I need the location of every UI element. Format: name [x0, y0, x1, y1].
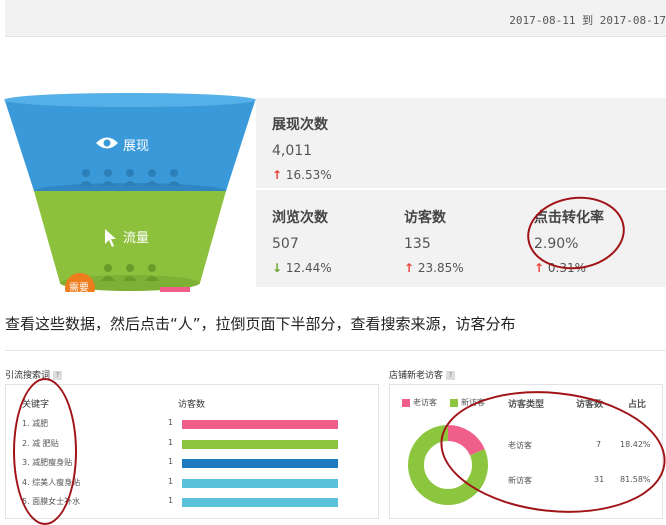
arrow-up-icon: ↑: [534, 261, 545, 275]
metric-label: 浏览次数: [272, 210, 328, 226]
date-range[interactable]: 2017-08-11 到 2017-08-17: [509, 12, 666, 28]
traffic-funnel: 展现 流量 需要: [4, 93, 256, 292]
arrow-up-icon: ↑: [404, 261, 415, 275]
keyword-bar: [182, 439, 338, 449]
metric-pageviews[interactable]: 浏览次数 507 ↓ 12.44%: [272, 207, 332, 275]
help-icon[interactable]: ?: [53, 371, 63, 380]
metric-visitors[interactable]: 访客数 135 ↑ 23.85%: [404, 207, 464, 275]
metrics-panel-impressions: 展现次数 4,011 ↑ 16.53%: [256, 98, 666, 188]
arrow-down-icon: ↓: [272, 261, 283, 275]
metric-value: 507: [272, 236, 299, 252]
metric-label: 展现次数: [272, 117, 328, 133]
metric-impressions[interactable]: 展现次数 4,011 ↑ 16.53%: [272, 114, 332, 182]
keyword-count: 1: [168, 496, 174, 505]
keyword-bar: [182, 459, 338, 468]
annotation-circle-keywords: [13, 378, 77, 525]
metric-change: ↓ 12.44%: [272, 261, 332, 275]
col-header-visitors: 访客数: [178, 400, 206, 410]
legend-old-visitors[interactable]: 老访客: [402, 397, 437, 408]
instruction-caption: 查看这些数据，然后点击“人”，拉倒页面下半部分，查看搜索来源，访客分布: [5, 315, 516, 333]
funnel-label-need: 需要: [69, 282, 89, 292]
keyword-bar: [182, 478, 338, 488]
legend-swatch: [450, 398, 458, 407]
help-icon[interactable]: ?: [446, 371, 456, 380]
keyword-count: 1: [168, 437, 174, 447]
funnel-top-ellipse: [4, 93, 256, 107]
keyword-bar: [182, 498, 338, 507]
divider: [5, 350, 666, 351]
metric-value: 4,011: [272, 143, 313, 159]
date-range-bar: 2017-08-11 到 2017-08-17: [5, 0, 666, 37]
keyword-bar: [182, 420, 338, 429]
legend-swatch: [402, 398, 410, 407]
col-header-ratio: 占比: [628, 400, 647, 410]
keywords-card-title: 引流搜索词?: [5, 368, 63, 381]
metric-change: ↑ 16.53%: [272, 168, 332, 182]
funnel-label-traffic: 流量: [123, 231, 149, 246]
arrow-up-icon: ↑: [272, 168, 283, 182]
metric-change: ↑ 23.85%: [404, 261, 464, 275]
funnel-label-impressions: 展现: [123, 139, 149, 154]
metric-label: 访客数: [404, 210, 446, 226]
keyword-count: 1: [168, 476, 174, 486]
visitors-card-title: 店铺新老访客?: [389, 368, 456, 381]
keyword-count: 1: [168, 418, 174, 427]
keyword-count: 1: [168, 457, 174, 466]
metric-value: 135: [404, 236, 431, 252]
